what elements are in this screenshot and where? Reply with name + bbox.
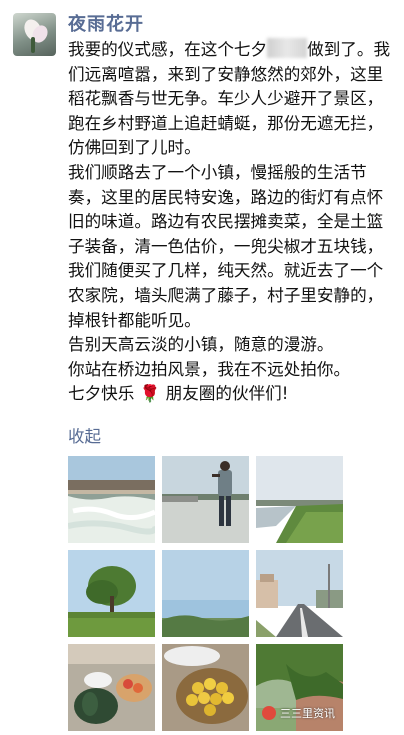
river-grass-photo[interactable] bbox=[256, 456, 343, 543]
pumpkin-vegetables-photo[interactable] bbox=[68, 644, 155, 731]
avatar[interactable] bbox=[13, 13, 56, 56]
post-paragraph: 我们顺路去了一个小镇，慢摇般的生活节奏，这里的居民特安逸，路边的街灯有点怀旧的味… bbox=[68, 162, 384, 330]
tree-field-photo[interactable] bbox=[68, 550, 155, 637]
rose-emoji-icon: 🌹 bbox=[139, 384, 161, 404]
redacted-blur bbox=[267, 38, 308, 58]
open-sky-photo[interactable] bbox=[162, 550, 249, 637]
collapse-link[interactable]: 收起 bbox=[68, 423, 101, 447]
man-on-bridge-photo[interactable] bbox=[162, 456, 249, 543]
fruit-basket-photo[interactable] bbox=[162, 644, 249, 731]
poster-nickname[interactable]: 夜雨花开 bbox=[68, 10, 144, 36]
vine-wall-photo[interactable]: 三三里资讯 bbox=[256, 644, 343, 731]
watermark-logo-icon bbox=[262, 706, 276, 720]
dam-waterfall-photo[interactable] bbox=[68, 456, 155, 543]
flower-stem bbox=[31, 37, 35, 53]
town-road-photo[interactable] bbox=[256, 550, 343, 637]
post-text: 我要的仪式感，在这个七夕 做到了。我们远离喧嚣，来到了安静悠然的郊外，这里稻花飘香… bbox=[68, 38, 396, 407]
post-paragraph: 告别天高云淡的小镇，随意的漫游。 bbox=[68, 335, 334, 355]
watermark-text: 三三里资讯 bbox=[280, 707, 335, 720]
post-paragraph: 你站在桥边拍风景，我在不远处拍你。 bbox=[68, 359, 351, 379]
watermark: 三三里资讯 bbox=[262, 705, 335, 721]
photo-grid: 三三里资讯 bbox=[68, 456, 343, 731]
post-paragraph: 我要的仪式感，在这个七夕 做到了。我们远离喧嚣，来到了安静悠然的郊外，这里稻花飘香… bbox=[68, 38, 391, 158]
post-paragraph: 七夕快乐 🌹 朋友圈的伙伴们! bbox=[68, 384, 289, 404]
